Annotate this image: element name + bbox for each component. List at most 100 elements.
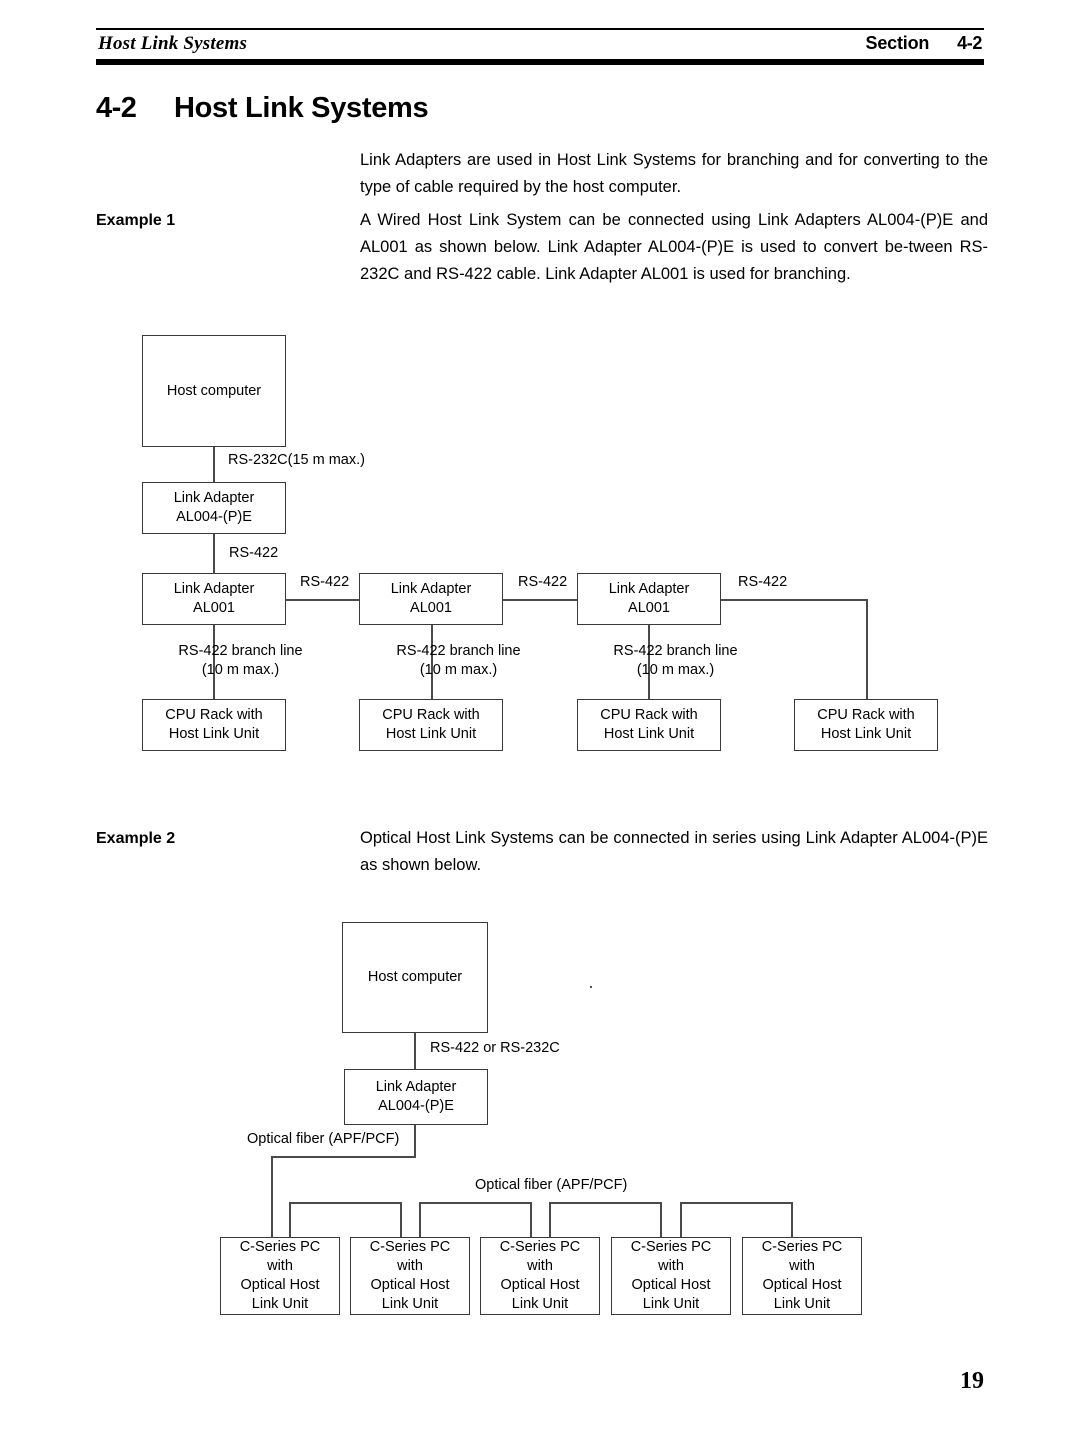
diagram2-link-adapter-box[interactable]: Link Adapter AL004-(P)E — [344, 1069, 488, 1125]
diagram2-pc-4-line2: with — [658, 1258, 684, 1274]
diagram2-wire-into-pc-1 — [271, 1156, 273, 1237]
header-section-group: Section 4-2 — [866, 33, 983, 54]
diagram2-pc-4-line1: C-Series PC — [630, 1239, 712, 1255]
diagram2-pc-3-line1: C-Series PC — [499, 1239, 581, 1255]
diagram2-wire-pc4-to-pc5 — [680, 1202, 792, 1204]
diagram2-pc-2-line3: Optical Host — [370, 1277, 450, 1293]
diagram1-wire-al001-3-to-rack4-horizontal — [721, 599, 867, 601]
diagram1-cpu-rack-box-2[interactable]: CPU Rack with Host Link Unit — [359, 699, 503, 751]
diagram1-al001-2-label-line1: Link Adapter — [390, 581, 472, 597]
diagram1-branch-label-1-line1: RS-422 branch line — [178, 643, 303, 659]
diagram2-wire-pc4-up — [680, 1202, 682, 1237]
diagram1-wire-al004-to-al001 — [213, 534, 215, 573]
running-header: Host Link Systems Section 4-2 — [96, 28, 984, 65]
document-page: Host Link Systems Section 4-2 4-2 Host L… — [0, 0, 1080, 1435]
print-speck — [590, 986, 592, 988]
diagram2-pc-4-line4: Link Unit — [642, 1296, 700, 1312]
diagram2-pc-5-line3: Optical Host — [762, 1277, 842, 1293]
diagram2-pc-5-line4: Link Unit — [773, 1296, 831, 1312]
diagram2-pc-3-line4: Link Unit — [511, 1296, 569, 1312]
diagram1-al001-3-label-line2: AL001 — [628, 600, 670, 616]
diagram2-wire-pc1-up — [289, 1202, 291, 1237]
section-title: Host Link Systems — [174, 92, 429, 124]
diagram2-cable-label-rs422-or-rs232c: RS-422 or RS-232C — [430, 1040, 560, 1056]
diagram2-pc-2-line2: with — [397, 1258, 423, 1274]
diagram1-al001-1-label-line1: Link Adapter — [173, 581, 255, 597]
diagram1-branch-label-2-line1: RS-422 branch line — [396, 643, 521, 659]
diagram1-cable-label-rs422-link-3: RS-422 — [738, 574, 788, 590]
diagram2-pc-1-line1: C-Series PC — [239, 1239, 321, 1255]
diagram2-pc-2-line4: Link Unit — [381, 1296, 439, 1312]
diagram2-pc-1-line2: with — [267, 1258, 293, 1274]
diagram2-pc-box-1[interactable]: C-Series PC with Optical Host Link Unit — [220, 1237, 340, 1315]
example1-label: Example 1 — [96, 212, 176, 229]
diagram2-wire-pc3-to-pc4 — [549, 1202, 661, 1204]
diagram1-link-adapter-al001-box-3[interactable]: Link Adapter AL001 — [577, 573, 721, 625]
diagram2-pc-5-line1: C-Series PC — [761, 1239, 843, 1255]
diagram2-pc-5-line2: with — [789, 1258, 815, 1274]
diagram1-link-adapter-al001-box-1[interactable]: Link Adapter AL001 — [142, 573, 286, 625]
diagram1-link-adapter-al004-box[interactable]: Link Adapter AL004-(P)E — [142, 482, 286, 534]
example2-label: Example 2 — [96, 830, 176, 847]
diagram1-cpu-rack-box-1[interactable]: CPU Rack with Host Link Unit — [142, 699, 286, 751]
diagram1-link-adapter-al001-box-2[interactable]: Link Adapter AL001 — [359, 573, 503, 625]
intro-paragraph: Link Adapters are used in Host Link Syst… — [360, 151, 988, 196]
diagram1-branch-label-3-line1: RS-422 branch line — [613, 643, 738, 659]
diagram1-cpu-rack-2-line2: Host Link Unit — [385, 726, 477, 742]
diagram1-wire-al001-2-to-3 — [503, 599, 577, 601]
diagram2-wire-pc1-to-pc2 — [289, 1202, 401, 1204]
diagram1-al001-1-label-line2: AL001 — [193, 600, 235, 616]
diagram1-wire-al001-3-to-rack4-vertical — [866, 599, 868, 699]
diagram1-cpu-rack-2-line1: CPU Rack with — [382, 707, 480, 723]
diagram2-link-adapter-line1: Link Adapter — [375, 1079, 457, 1095]
diagram2-wire-pc3-up — [549, 1202, 551, 1237]
diagram2-wire-pc5-down — [791, 1202, 793, 1237]
section-number: 4-2 — [96, 92, 137, 124]
diagram2-wire-pc3-down — [530, 1202, 532, 1237]
diagram1-cpu-rack-4-line2: Host Link Unit — [820, 726, 912, 742]
diagram2-host-computer-box[interactable]: Host computer — [342, 922, 488, 1033]
diagram1-cpu-rack-3-line2: Host Link Unit — [603, 726, 695, 742]
diagram1-al004-label-line1: Link Adapter — [173, 490, 255, 506]
diagram2-pc-box-3[interactable]: C-Series PC with Optical Host Link Unit — [480, 1237, 600, 1315]
diagram2-wire-pc4-down — [660, 1202, 662, 1237]
header-title: Host Link Systems — [98, 33, 248, 54]
diagram1-cpu-rack-1-line2: Host Link Unit — [168, 726, 260, 742]
diagram1-cable-label-rs422-link-2: RS-422 — [518, 574, 568, 590]
diagram1-cpu-rack-1-line1: CPU Rack with — [165, 707, 263, 723]
diagram2-wire-pc2-to-pc3 — [419, 1202, 531, 1204]
diagram1-branch-label-2: RS-422 branch line (10 m max.) — [371, 642, 546, 680]
diagram2-pc-box-2[interactable]: C-Series PC with Optical Host Link Unit — [350, 1237, 470, 1315]
diagram1-cpu-rack-box-3[interactable]: CPU Rack with Host Link Unit — [577, 699, 721, 751]
diagram1-wire-host-to-al004 — [213, 447, 215, 482]
diagram1-branch-label-1-line2: (10 m max.) — [201, 662, 280, 678]
diagram1-host-computer-box[interactable]: Host computer — [142, 335, 286, 447]
page-title: 4-2 Host Link Systems — [96, 92, 984, 125]
diagram2-pc-1-line4: Link Unit — [251, 1296, 309, 1312]
header-rule-bottom — [96, 59, 984, 65]
diagram2-pc-box-4[interactable]: C-Series PC with Optical Host Link Unit — [611, 1237, 731, 1315]
diagram2-optical-fiber-label-left: Optical fiber (APF/PCF) — [247, 1131, 400, 1147]
diagram2-link-adapter-line2: AL004-(P)E — [378, 1098, 454, 1114]
diagram1-al004-label-line2: AL004-(P)E — [176, 509, 252, 525]
diagram2-pc-3-line2: with — [527, 1258, 553, 1274]
diagram2-wire-pc2-up — [419, 1202, 421, 1237]
diagram1-host-computer-label: Host computer — [166, 382, 262, 399]
diagram1-branch-label-3-line2: (10 m max.) — [636, 662, 715, 678]
diagram2-wire-adapter-drop — [414, 1125, 416, 1157]
diagram2-host-computer-label: Host computer — [367, 969, 463, 985]
header-row: Host Link Systems Section 4-2 — [96, 30, 984, 59]
diagram1-cpu-rack-3-line1: CPU Rack with — [600, 707, 698, 723]
diagram1-al001-2-label-line2: AL001 — [410, 600, 452, 616]
diagram2-wire-pc2-down — [400, 1202, 402, 1237]
diagram1-branch-label-3: RS-422 branch line (10 m max.) — [588, 642, 763, 680]
diagram2-pc-2-line1: C-Series PC — [369, 1239, 451, 1255]
diagram1-wire-al001-1-to-2 — [286, 599, 359, 601]
diagram2-pc-4-line3: Optical Host — [631, 1277, 711, 1293]
example2-paragraph: Optical Host Link Systems can be connect… — [360, 829, 988, 874]
diagram1-cpu-rack-box-4[interactable]: CPU Rack with Host Link Unit — [794, 699, 938, 751]
diagram1-cable-label-rs232c: RS-232C(15 m max.) — [228, 452, 365, 468]
diagram1-cable-label-rs422-link-1: RS-422 — [300, 574, 350, 590]
diagram2-pc-box-5[interactable]: C-Series PC with Optical Host Link Unit — [742, 1237, 862, 1315]
diagram1-al001-3-label-line1: Link Adapter — [608, 581, 690, 597]
